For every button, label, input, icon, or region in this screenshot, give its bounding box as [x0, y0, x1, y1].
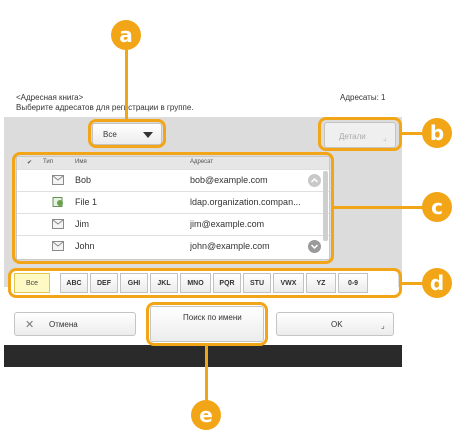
callout-e-line: [205, 346, 208, 402]
callout-e: e: [191, 400, 221, 430]
corner-arrow-icon: ⌟: [381, 321, 385, 330]
callout-c-line: [334, 206, 424, 209]
callout-c: c: [422, 192, 452, 222]
callout-a-line: [125, 48, 128, 120]
close-icon: ✕: [25, 319, 35, 331]
recipient-count: Адресаты: 1: [340, 93, 386, 102]
footer-bar: [4, 345, 402, 367]
callout-e-highlight: [146, 302, 268, 346]
callout-b-highlight: [318, 117, 402, 151]
callout-a-highlight: [88, 119, 166, 148]
callout-d-line: [402, 282, 424, 285]
instruction-text: Выберите адресатов для регистрации в гру…: [16, 103, 194, 112]
callout-d-highlight: [8, 268, 402, 298]
callout-d: d: [422, 268, 452, 298]
callout-c-highlight: [12, 152, 334, 264]
ok-button[interactable]: OK ⌟: [276, 312, 394, 336]
cancel-label: Отмена: [49, 320, 78, 329]
callout-b-line: [402, 132, 424, 135]
ok-label: OK: [331, 320, 343, 329]
callout-b: b: [422, 118, 452, 148]
callout-a: a: [111, 20, 141, 50]
cancel-button[interactable]: ✕ Отмена: [14, 312, 136, 336]
